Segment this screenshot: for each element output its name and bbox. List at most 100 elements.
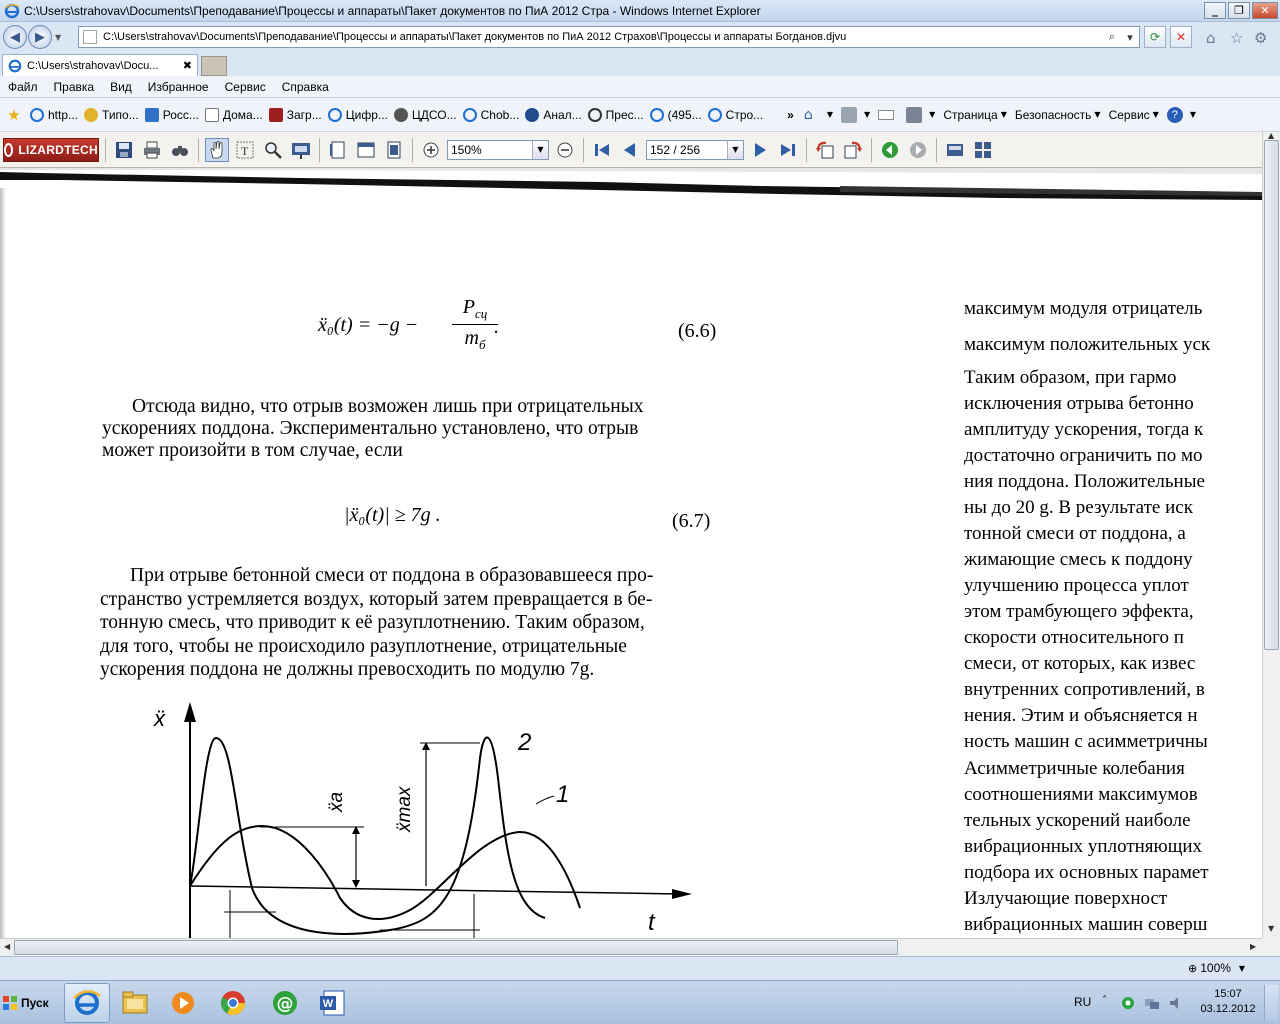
zoom-rect-button[interactable] xyxy=(289,138,313,162)
taskbar-ie[interactable] xyxy=(64,983,110,1023)
next-page-button[interactable] xyxy=(748,138,772,162)
feeds-button[interactable]: ▼ xyxy=(841,106,870,123)
favorite-link[interactable]: Стро... xyxy=(707,107,763,122)
favorite-link[interactable]: Дома... xyxy=(204,107,263,122)
status-green-icon[interactable] xyxy=(1120,995,1136,1011)
search-icon[interactable]: ⌕ xyxy=(1103,30,1121,44)
network-icon[interactable] xyxy=(1144,995,1160,1011)
menu-tools[interactable]: Сервис xyxy=(217,80,274,94)
chevron-down-icon[interactable]: ▼ xyxy=(1239,964,1245,973)
home-icon[interactable]: ⌂ xyxy=(1206,29,1216,47)
page-menu[interactable]: Страница ▼ xyxy=(943,108,1007,122)
page-value[interactable]: 152 / 256 xyxy=(647,143,727,157)
first-page-button[interactable] xyxy=(590,138,614,162)
fit-width-button[interactable] xyxy=(354,138,378,162)
back-button[interactable]: ◀ xyxy=(3,25,27,49)
thumbnails-view-button[interactable] xyxy=(971,138,995,162)
show-desktop-button[interactable] xyxy=(1264,985,1278,1021)
show-hidden-icons-chevron[interactable]: ˄ xyxy=(1102,995,1118,1011)
text-select-button[interactable]: T xyxy=(233,138,257,162)
vertical-scrollbar[interactable]: ▲ ▼ xyxy=(1262,131,1280,938)
address-bar[interactable]: C:\Users\strahovav\Documents\Преподавани… xyxy=(78,26,1140,48)
scroll-right-arrow-icon[interactable]: ▶ xyxy=(1250,942,1256,951)
menu-help[interactable]: Справка xyxy=(274,80,337,94)
save-button[interactable] xyxy=(112,138,136,162)
forward-button[interactable]: ▶ xyxy=(28,25,52,49)
menu-view[interactable]: Вид xyxy=(102,80,140,94)
taskbar-mail-agent[interactable]: @ xyxy=(262,983,308,1023)
zoom-in-button[interactable] xyxy=(419,138,443,162)
zoom-select[interactable]: 150% ▼ xyxy=(447,139,549,160)
djvu-page-view[interactable]: ẍ₀(t) = −g − Pсц mб . (6.6) Отсюда видно… xyxy=(0,168,1262,938)
address-url[interactable]: C:\Users\strahovav\Documents\Преподавани… xyxy=(103,31,1103,43)
stop-button[interactable]: ✕ xyxy=(1170,26,1192,48)
hand-tool-button[interactable] xyxy=(205,137,229,162)
zoom-out-button[interactable] xyxy=(553,138,577,162)
vertical-scroll-thumb[interactable] xyxy=(1264,140,1279,650)
horizontal-scrollbar[interactable]: ◀ ▶ xyxy=(0,938,1262,956)
single-page-view-button[interactable] xyxy=(943,138,967,162)
page-select[interactable]: 152 / 256 ▼ xyxy=(646,139,744,160)
lizardtech-logo[interactable]: LIZARDTECH xyxy=(3,137,99,162)
refresh-button[interactable]: ⟳ xyxy=(1144,26,1166,48)
recent-pages-dropdown[interactable]: ▼ xyxy=(55,33,65,42)
tab-document[interactable]: C:\Users\strahovav\Docu... ✖ xyxy=(2,54,198,76)
taskbar-word[interactable]: W xyxy=(310,983,356,1023)
zoom-tool-button[interactable] xyxy=(261,138,285,162)
mail-button[interactable] xyxy=(878,109,898,120)
favorites-star-icon[interactable]: ★ xyxy=(4,106,24,124)
favorite-link[interactable]: Chob... xyxy=(462,107,519,122)
restore-button[interactable]: ❐ xyxy=(1228,2,1250,19)
scroll-left-arrow-icon[interactable]: ◀ xyxy=(4,942,10,951)
scroll-down-arrow-icon[interactable]: ▼ xyxy=(1268,924,1274,933)
volume-icon[interactable] xyxy=(1168,995,1184,1011)
print-button[interactable]: ▼ xyxy=(906,106,935,123)
print-button[interactable] xyxy=(140,138,164,162)
chevron-down-icon[interactable]: ▼ xyxy=(727,140,743,159)
scroll-up-arrow-icon[interactable]: ▲ xyxy=(1268,131,1274,140)
taskbar-explorer[interactable] xyxy=(112,983,158,1023)
go-forward-button[interactable] xyxy=(906,138,930,162)
last-page-button[interactable] xyxy=(776,138,800,162)
status-zoom[interactable]: ⊕ 100% ▼ xyxy=(1188,961,1245,975)
favorite-link[interactable]: Типо... xyxy=(84,107,139,122)
horizontal-scroll-thumb[interactable] xyxy=(14,940,898,955)
language-indicator[interactable]: RU xyxy=(1074,995,1091,1009)
settings-gear-icon[interactable]: ⚙ xyxy=(1254,29,1267,47)
taskbar-media-player[interactable] xyxy=(160,983,206,1023)
menu-edit[interactable]: Правка xyxy=(46,80,103,94)
favorite-link[interactable]: Росс... xyxy=(144,107,199,122)
chevron-down-icon[interactable]: ▼ xyxy=(532,140,548,159)
more-favorites-chevron[interactable]: » xyxy=(787,108,794,122)
previous-page-button[interactable] xyxy=(618,138,642,162)
find-button[interactable] xyxy=(168,138,192,162)
tab-close-icon[interactable]: ✖ xyxy=(183,59,192,72)
menu-favorites[interactable]: Избранное xyxy=(140,80,217,94)
rotate-left-button[interactable] xyxy=(813,138,837,162)
tools-menu[interactable]: Сервис ▼ xyxy=(1109,108,1159,122)
rotate-right-button[interactable] xyxy=(841,138,865,162)
taskbar-chrome[interactable] xyxy=(210,983,256,1023)
new-tab-button[interactable] xyxy=(201,56,227,76)
home-button[interactable]: ⌂ ▼ xyxy=(804,107,833,123)
favorites-star-icon[interactable]: ☆ xyxy=(1230,29,1243,47)
fit-page-button[interactable] xyxy=(326,138,350,162)
safety-menu[interactable]: Безопасность ▼ xyxy=(1015,108,1101,122)
favorite-link[interactable]: Цифр... xyxy=(327,107,388,122)
go-back-button[interactable] xyxy=(878,138,902,162)
actual-size-button[interactable] xyxy=(382,138,406,162)
clock[interactable]: 15:07 03.12.2012 xyxy=(1196,987,1260,1017)
favorite-link[interactable]: http... xyxy=(30,107,78,122)
zoom-value[interactable]: 150% xyxy=(448,143,532,157)
minimize-button[interactable]: _ xyxy=(1204,2,1226,19)
address-dropdown-icon[interactable]: ▾ xyxy=(1121,31,1139,44)
close-window-button[interactable]: ✕ xyxy=(1252,2,1278,19)
favorite-link[interactable]: (495... xyxy=(649,107,702,122)
start-button[interactable]: Пуск xyxy=(2,987,54,1019)
favorite-link[interactable]: ЦДСО... xyxy=(393,107,457,122)
favorite-link[interactable]: Загр... xyxy=(268,107,322,122)
favorite-link[interactable]: Анал... xyxy=(525,107,582,122)
menu-file[interactable]: Файл xyxy=(0,80,46,94)
help-button[interactable]: ? ▼ xyxy=(1166,106,1196,123)
favorite-link[interactable]: Прес... xyxy=(587,107,644,122)
